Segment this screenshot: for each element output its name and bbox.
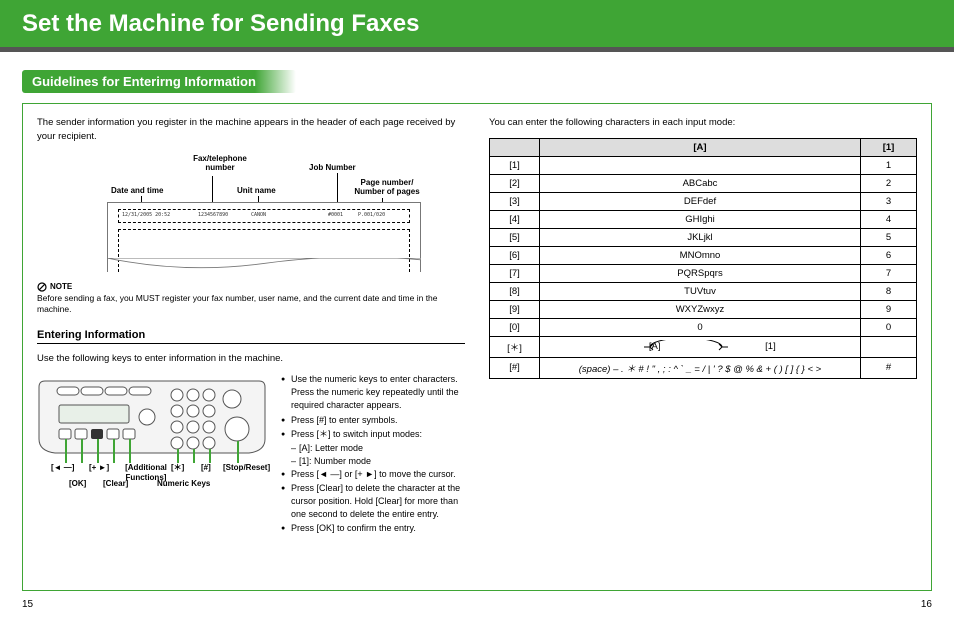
hash-key: [#]	[490, 357, 540, 378]
label-clear: [Clear]	[103, 479, 128, 488]
hash-n: #	[861, 357, 917, 378]
character-table: [A][1] [1]1[2]ABCabc2[3]DEFdef3[4]GHIghi…	[489, 138, 917, 379]
right-column: You can enter the following characters i…	[489, 116, 917, 536]
slash-circle-icon	[37, 282, 47, 292]
label-left-arrow: [◄ —]	[51, 463, 74, 472]
left-column: The sender information you register in t…	[37, 116, 465, 536]
right-intro: You can enter the following characters i…	[489, 116, 917, 130]
sample-pages: P.001/020	[358, 212, 385, 218]
header-diagram: Date and time Fax/telephone number Unit …	[37, 152, 465, 274]
label-stop: [Stop/Reset]	[223, 463, 270, 472]
label-hash: [#]	[201, 463, 211, 472]
label-unit-name: Unit name	[237, 186, 276, 196]
table-row: [9]WXYZwxyz9	[490, 300, 917, 318]
sample-date: 12/31/2005 20:52	[122, 212, 170, 218]
sample-job: #0001	[328, 212, 343, 218]
table-row: [5]JKLjkl5	[490, 228, 917, 246]
label-date-time: Date and time	[111, 186, 163, 196]
bullet-3b: [1]: Number mode	[281, 455, 465, 468]
sample-unit: CANON	[251, 212, 266, 218]
table-row: [6]MNOmno6	[490, 246, 917, 264]
page-number-left: 15	[22, 599, 33, 610]
table-row: [7]PQRSpqrs7	[490, 264, 917, 282]
note-label: NOTE	[50, 282, 72, 291]
page-title: Set the Machine for Sending Faxes	[0, 0, 954, 38]
label-right-arrow: [+ ►]	[89, 463, 109, 472]
page-number-right: 16	[921, 599, 932, 610]
hash-a: (space) – . ＊ # ! " , ; : ^ ` _ = / | ' …	[540, 357, 861, 378]
th-1: [1]	[861, 138, 917, 156]
bullet-5: Press [Clear] to delete the character at…	[281, 482, 465, 521]
table-row: [0]00	[490, 318, 917, 336]
bullet-3a: [A]: Letter mode	[281, 442, 465, 455]
th-a: [A]	[540, 138, 861, 156]
label-ok: [OK]	[69, 479, 86, 488]
entering-info-header: Entering Information	[37, 329, 465, 341]
label-page-no: Page number/ Number of pages	[347, 178, 427, 197]
label-numeric: Numeric Keys	[157, 479, 210, 488]
table-row: [8]TUVtuv8	[490, 282, 917, 300]
instruction-list: Use the numeric keys to enter characters…	[277, 373, 465, 536]
section-header: Guidelines for Enterirng Information	[22, 70, 296, 93]
control-panel-diagram: [◄ —] [+ ►] [Additional Functions] [＊] […	[37, 373, 267, 493]
label-fax-tel: Fax/telephone number	[180, 154, 260, 173]
table-row: [4]GHIghi4	[490, 210, 917, 228]
star-a: [A] [1]	[540, 336, 861, 357]
bullet-4: Press [◄ —] or [+ ►] to move the cursor.	[281, 468, 465, 481]
star-key: [＊]	[490, 336, 540, 357]
table-row: [1]1	[490, 156, 917, 174]
table-row: [2]ABCabc2	[490, 174, 917, 192]
table-row: [3]DEFdef3	[490, 192, 917, 210]
bullet-6: Press [OK] to confirm the entry.	[281, 522, 465, 535]
intro-text: The sender information you register in t…	[37, 116, 465, 144]
bullet-2: Press [#] to enter symbols.	[281, 414, 465, 427]
entering-intro: Use the following keys to enter informat…	[37, 352, 465, 366]
bullet-3: Press [＊] to switch input modes:	[281, 428, 465, 441]
bullet-1: Use the numeric keys to enter characters…	[281, 373, 465, 412]
label-star: [＊]	[171, 463, 184, 472]
sample-fax: 1234567890	[198, 212, 228, 218]
label-job-no: Job Number	[309, 163, 356, 173]
note-body: Before sending a fax, you MUST register …	[37, 293, 465, 315]
